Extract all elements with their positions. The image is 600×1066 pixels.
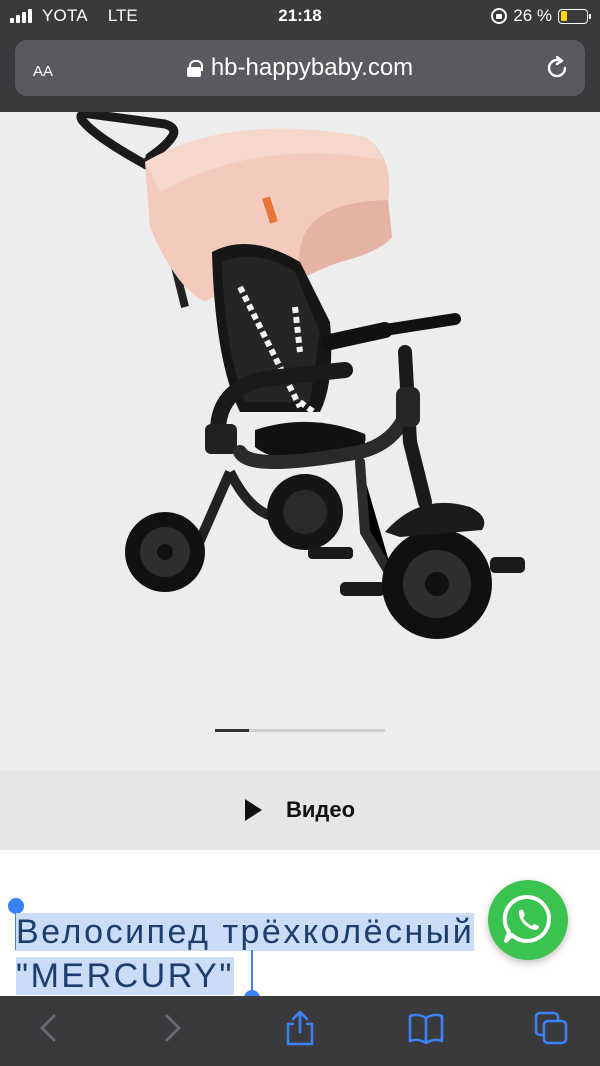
product-title-line2: "MERCURY" <box>16 957 234 995</box>
whatsapp-button[interactable] <box>488 880 568 960</box>
product-image[interactable] <box>0 112 600 770</box>
product-title-line1: Велосипед трёхколёсный <box>16 913 475 951</box>
browser-top-bar: AA hb-happybaby.com <box>0 34 600 112</box>
browser-toolbar <box>0 996 600 1066</box>
share-icon[interactable] <box>282 1010 318 1046</box>
gallery-pager-active <box>215 729 249 732</box>
padlock-icon <box>186 60 203 77</box>
video-button[interactable]: Видео <box>0 770 600 850</box>
url-text: hb-happybaby.com <box>210 54 414 81</box>
book-icon[interactable] <box>408 1010 444 1046</box>
chevron-left-icon[interactable] <box>30 1010 66 1046</box>
address-bar[interactable]: AA hb-happybaby.com <box>15 40 585 96</box>
status-right: 26 % <box>491 6 591 26</box>
tabs-icon[interactable] <box>533 1010 569 1046</box>
rotation-lock-icon <box>491 8 508 24</box>
url-display[interactable]: hb-happybaby.com <box>15 54 585 82</box>
product-gallery[interactable] <box>0 112 600 770</box>
video-label: Видео <box>285 797 356 822</box>
reload-icon[interactable] <box>543 54 571 82</box>
chevron-right-icon[interactable] <box>155 1010 191 1046</box>
gallery-pager[interactable] <box>215 729 385 732</box>
whatsapp-icon <box>502 894 552 943</box>
battery-level <box>560 11 567 21</box>
product-title[interactable]: Велосипед трёхколёсный "MERCURY" <box>16 910 475 998</box>
battery-icon <box>558 8 591 24</box>
battery-percent: 26 % <box>513 6 552 25</box>
play-icon <box>244 799 262 821</box>
status-bar: YOTA LTE 21:18 26 % <box>0 0 600 34</box>
